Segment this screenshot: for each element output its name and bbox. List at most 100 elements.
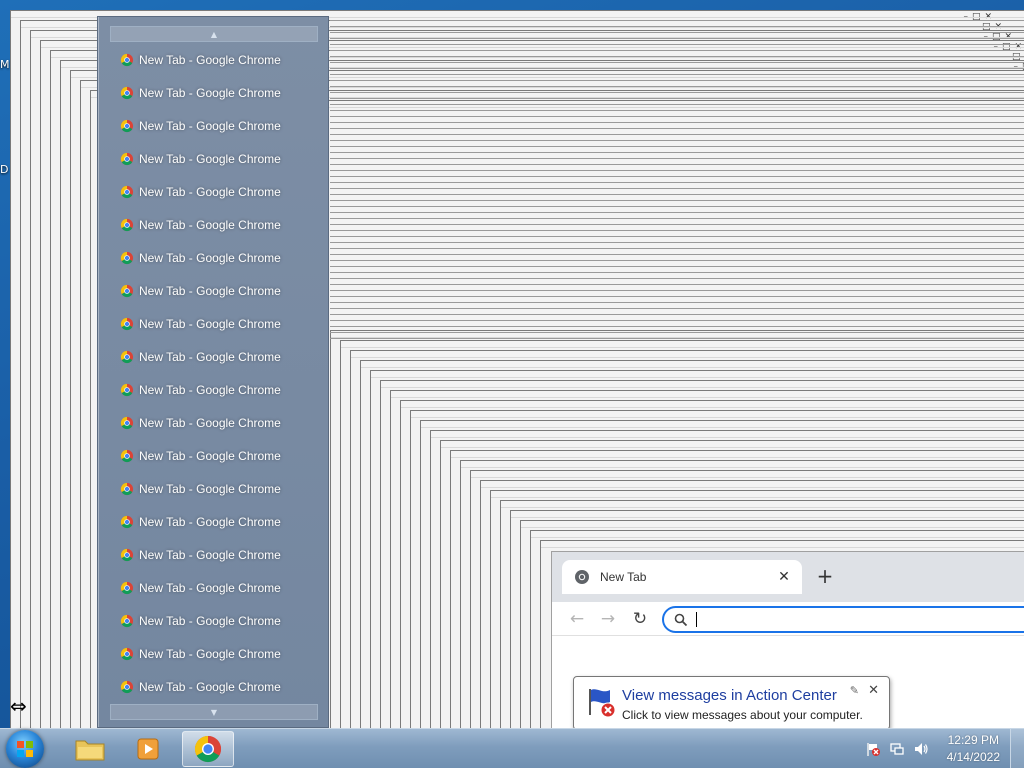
stacked-titlebar-edge — [330, 170, 1024, 171]
tab-new-tab[interactable]: New Tab ✕ — [562, 560, 802, 594]
window-list-item[interactable]: New Tab - Google Chrome — [98, 142, 330, 175]
reload-button[interactable]: ↻ — [627, 606, 653, 632]
close-tab-icon[interactable]: ✕ — [774, 567, 794, 587]
window-list-item-label: New Tab - Google Chrome — [139, 250, 281, 265]
stacked-titlebar-edge — [330, 236, 1024, 237]
stacked-titlebar-edge — [330, 104, 1024, 105]
media-player-taskbar-button[interactable] — [122, 731, 174, 767]
window-list-item[interactable]: New Tab - Google Chrome — [98, 241, 330, 274]
forward-button[interactable]: → — [595, 606, 621, 632]
window-list-item-label: New Tab - Google Chrome — [139, 316, 281, 331]
volume-icon[interactable] — [913, 741, 929, 757]
window-list-item-label: New Tab - Google Chrome — [139, 646, 281, 661]
clock[interactable]: 12:29 PM 4/14/2022 — [947, 732, 1000, 766]
stacked-titlebar-edge — [330, 320, 1024, 321]
address-bar-input[interactable] — [662, 606, 1024, 633]
stacked-titlebar-edge — [330, 194, 1024, 195]
window-list-item[interactable]: New Tab - Google Chrome — [98, 175, 330, 208]
options-icon[interactable]: ✎ — [850, 684, 859, 697]
chrome-icon — [120, 383, 134, 396]
window-list-item-label: New Tab - Google Chrome — [139, 52, 281, 67]
scroll-up-button[interactable]: ▲ — [110, 26, 318, 42]
chrome-icon — [120, 53, 134, 66]
stacked-titlebar-edge — [330, 338, 1024, 339]
stacked-titlebar-edge — [330, 128, 1024, 129]
stacked-titlebar-edge — [330, 296, 1024, 297]
system-tray: 12:29 PM 4/14/2022 — [857, 729, 1000, 768]
window-list-item-label: New Tab - Google Chrome — [139, 613, 281, 628]
show-desktop-button[interactable] — [1010, 729, 1024, 768]
window-list-item[interactable]: New Tab - Google Chrome — [98, 604, 330, 637]
chrome-icon — [120, 86, 134, 99]
text-caret — [696, 612, 697, 627]
window-list-item[interactable]: New Tab - Google Chrome — [98, 43, 330, 76]
action-center-tray-icon[interactable] — [865, 741, 881, 757]
window-list-item[interactable]: New Tab - Google Chrome — [98, 109, 330, 142]
window-list-item[interactable]: New Tab - Google Chrome — [98, 637, 330, 670]
window-list-item-label: New Tab - Google Chrome — [139, 514, 281, 529]
stacked-titlebar-edge — [330, 176, 1024, 177]
window-list-item[interactable]: New Tab - Google Chrome — [98, 307, 330, 340]
stacked-titlebar-edge — [330, 44, 1024, 45]
window-list-item[interactable]: New Tab - Google Chrome — [98, 208, 330, 241]
new-tab-button[interactable]: + — [814, 565, 836, 587]
window-list-item[interactable]: New Tab - Google Chrome — [98, 76, 330, 109]
network-icon[interactable] — [889, 741, 905, 757]
window-list-item-label: New Tab - Google Chrome — [139, 349, 281, 364]
stacked-titlebar-edge — [330, 152, 1024, 153]
chrome-icon — [120, 449, 134, 462]
window-list-item[interactable]: New Tab - Google Chrome — [98, 439, 330, 472]
chrome-icon — [120, 515, 134, 528]
stacked-titlebar-edge — [330, 116, 1024, 117]
window-list-item[interactable]: New Tab - Google Chrome — [98, 406, 330, 439]
window-list-item-label: New Tab - Google Chrome — [139, 382, 281, 397]
window-list: New Tab - Google Chrome New Tab - Google … — [98, 43, 330, 703]
stacked-titlebar-edge — [330, 278, 1024, 279]
window-list-item[interactable]: New Tab - Google Chrome — [98, 538, 330, 571]
scroll-down-button[interactable]: ▼ — [110, 704, 318, 720]
stacked-titlebar-edge — [330, 206, 1024, 207]
window-list-item[interactable]: New Tab - Google Chrome — [98, 373, 330, 406]
chrome-icon — [120, 185, 134, 198]
stacked-titlebar-edge — [330, 26, 1024, 27]
chrome-icon — [120, 416, 134, 429]
chrome-icon — [120, 119, 134, 132]
start-button[interactable] — [6, 730, 44, 768]
stacked-titlebar-edge — [330, 212, 1024, 213]
back-button[interactable]: ← — [564, 606, 590, 632]
chrome-icon — [120, 317, 134, 330]
stacked-titlebar-edge — [330, 200, 1024, 201]
search-icon — [674, 613, 688, 626]
window-list-item[interactable]: New Tab - Google Chrome — [98, 472, 330, 505]
window-list-item[interactable]: New Tab - Google Chrome — [98, 340, 330, 373]
stacked-titlebar-edge — [330, 98, 1024, 99]
stacked-titlebar-edge — [330, 224, 1024, 225]
window-list-item-label: New Tab - Google Chrome — [139, 448, 281, 463]
explorer-taskbar-button[interactable] — [64, 731, 116, 767]
tab-title: New Tab — [600, 570, 647, 584]
window-list-item-label: New Tab - Google Chrome — [139, 415, 281, 430]
notification-title[interactable]: View messages in Action Center — [622, 687, 837, 704]
close-notification-button[interactable]: ✕ — [868, 683, 879, 698]
action-center-notification[interactable]: View messages in Action Center Click to … — [573, 676, 890, 738]
clock-date: 4/14/2022 — [946, 750, 1000, 764]
chrome-taskbar-button[interactable] — [182, 731, 234, 767]
window-list-item[interactable]: New Tab - Google Chrome — [98, 274, 330, 307]
window-list-item[interactable]: New Tab - Google Chrome — [98, 571, 330, 604]
stacked-titlebar-edge — [330, 308, 1024, 309]
stacked-titlebar-edge — [330, 134, 1024, 135]
window-list-item[interactable]: New Tab - Google Chrome — [98, 670, 330, 703]
stacked-titlebar-edge — [330, 302, 1024, 303]
chrome-icon — [120, 350, 134, 363]
media-player-icon — [137, 738, 159, 760]
window-list-item[interactable]: New Tab - Google Chrome — [98, 505, 330, 538]
chrome-icon — [120, 581, 134, 594]
stacked-titlebar-edge — [330, 110, 1024, 111]
stacked-titlebar-edge — [330, 80, 1024, 81]
stacked-titlebar-edge — [330, 74, 1024, 75]
stacked-titlebar-edge — [330, 326, 1024, 327]
stacked-titlebar-edge — [330, 158, 1024, 159]
stacked-titlebar-edge — [330, 50, 1024, 51]
window-list-item-label: New Tab - Google Chrome — [139, 118, 281, 133]
window-list-item-label: New Tab - Google Chrome — [139, 217, 281, 232]
